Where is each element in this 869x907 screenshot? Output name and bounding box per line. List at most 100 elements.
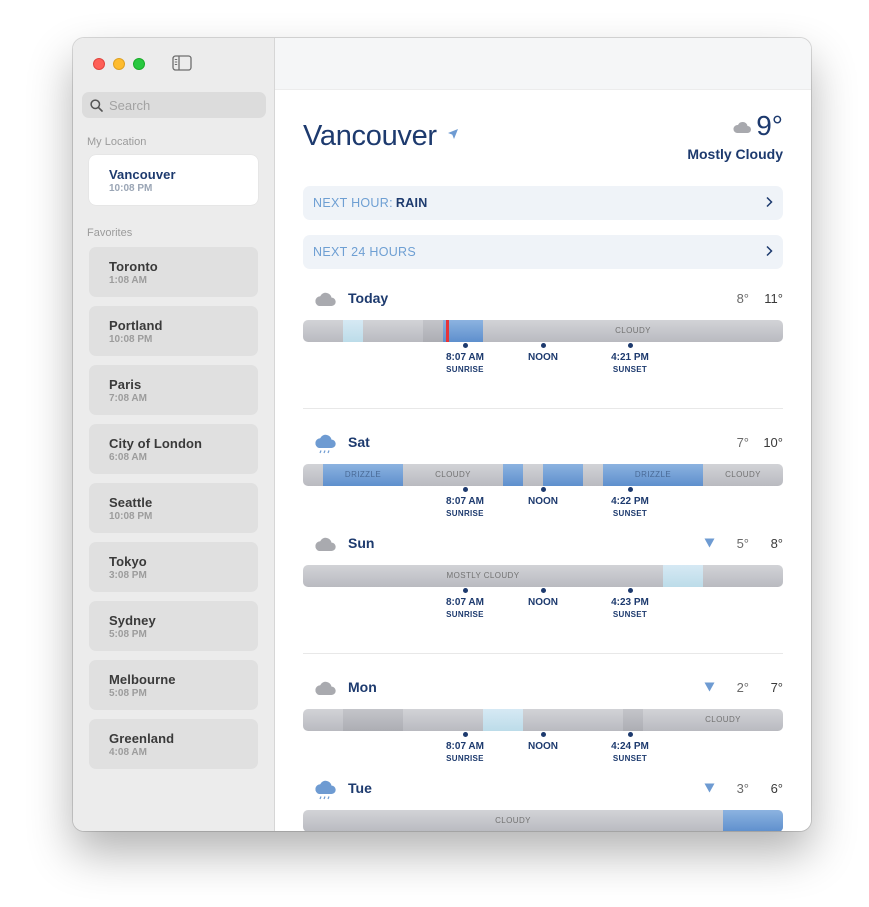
day-high-temp: 10° xyxy=(763,435,783,450)
sunrise-item: 8:07 AM SUNRISE xyxy=(435,343,495,374)
bar-segment: CLOUDY xyxy=(663,709,783,731)
sunrise-time: 8:07 AM xyxy=(446,597,484,608)
location-time: 3:08 PM xyxy=(109,570,147,581)
bar-segment xyxy=(443,320,483,342)
location-card-sydney[interactable]: Sydney 5:08 PM xyxy=(89,601,258,651)
sunrise-time: 8:07 AM xyxy=(446,741,484,752)
sidebar-toggle-icon[interactable] xyxy=(172,55,192,71)
noon-label: NOON xyxy=(528,496,558,507)
search-icon xyxy=(90,98,103,112)
location-card-tokyo[interactable]: Tokyo 3:08 PM xyxy=(89,542,258,592)
day-name: Today xyxy=(348,290,389,306)
cloud-icon xyxy=(315,681,336,695)
sunset-label: SUNSET xyxy=(612,754,648,763)
noon-label: NOON xyxy=(528,352,558,363)
sunset-dot xyxy=(627,487,633,492)
sunset-label: SUNSET xyxy=(612,365,648,374)
divider xyxy=(303,653,783,654)
cloud-icon xyxy=(315,292,336,306)
minimize-window-button[interactable] xyxy=(113,58,125,70)
day-name: Tue xyxy=(348,780,372,796)
divider xyxy=(303,408,783,409)
location-card-seattle[interactable]: Seattle 10:08 PM xyxy=(89,483,258,533)
sidebar: Search My Location Vancouver 10:08 PM Fa… xyxy=(73,38,275,831)
location-time: 10:08 PM xyxy=(109,511,153,522)
sunrise-label: SUNRISE xyxy=(446,365,484,374)
location-name: Vancouver xyxy=(109,167,176,182)
sunrise-label: SUNRISE xyxy=(446,610,484,619)
temperature-drop-icon xyxy=(704,783,715,793)
day-low-temp: 7° xyxy=(736,435,749,450)
next-hour-bar[interactable]: NEXT HOUR: RAIN xyxy=(303,186,783,220)
noon-label: NOON xyxy=(528,597,558,608)
bar-segment xyxy=(343,320,363,342)
location-card-city-of-london[interactable]: City of London 6:08 AM xyxy=(89,424,258,474)
zoom-window-button[interactable] xyxy=(133,58,145,70)
sunrise-time: 8:07 AM xyxy=(446,352,484,363)
sunrise-dot xyxy=(462,588,468,593)
location-name: Greenland xyxy=(109,731,175,746)
sunset-label: SUNSET xyxy=(612,610,648,619)
location-time: 6:08 AM xyxy=(109,452,147,463)
day-name: Mon xyxy=(348,679,377,695)
conditions-bar-sat: DRIZZLE CLOUDY DRIZZLE CLOUDY xyxy=(303,464,783,486)
conditions-bar-today: CLOUDY xyxy=(303,320,783,342)
location-name: Sydney xyxy=(109,613,156,628)
location-arrow-icon xyxy=(448,129,458,139)
sunset-item: 4:24 PM SUNSET xyxy=(600,732,660,763)
location-card-greenland[interactable]: Greenland 4:08 AM xyxy=(89,719,258,769)
location-card-paris[interactable]: Paris 7:08 AM xyxy=(89,365,258,415)
bar-segment: DRIZZLE xyxy=(603,464,703,486)
main-titlebar xyxy=(275,38,811,90)
forecast-panel: Vancouver 9° Mostly Cloudy NEXT HOUR: RA… xyxy=(275,90,811,831)
close-window-button[interactable] xyxy=(93,58,105,70)
location-name: Tokyo xyxy=(109,554,147,569)
bar-segment: CLOUDY xyxy=(483,320,783,342)
sun-times-today: 8:07 AM SUNRISE NOON 4:21 PM SUNSET xyxy=(303,343,783,377)
bar-label: CLOUDY xyxy=(435,470,471,479)
current-temperature: 9° xyxy=(756,110,783,141)
weather-window: Search My Location Vancouver 10:08 PM Fa… xyxy=(73,38,811,831)
location-card-toronto[interactable]: Toronto 1:08 AM xyxy=(89,247,258,297)
bar-label: DRIZZLE xyxy=(344,470,382,479)
bar-segment: DRIZZLE xyxy=(323,464,403,486)
location-card-portland[interactable]: Portland 10:08 PM xyxy=(89,306,258,356)
day-high-temp: 11° xyxy=(764,291,783,306)
sunrise-item: 8:07 AM SUNRISE xyxy=(435,588,495,619)
noon-item: NOON xyxy=(513,487,573,507)
current-time-marker xyxy=(446,320,449,342)
noon-item: NOON xyxy=(513,732,573,752)
day-low-temp: 3° xyxy=(736,781,749,796)
bar-segment xyxy=(423,320,443,342)
sunrise-item: 8:07 AM SUNRISE xyxy=(435,487,495,518)
next-hour-value: RAIN xyxy=(395,196,428,210)
next-24-hours-label: NEXT 24 HOURS xyxy=(313,245,417,259)
sunrise-dot xyxy=(462,487,468,492)
bar-segment xyxy=(663,565,703,587)
rain-cloud-icon xyxy=(315,780,336,800)
temperature-drop-icon xyxy=(704,538,715,548)
sunset-item: 4:22 PM SUNSET xyxy=(600,487,660,518)
location-time: 4:08 AM xyxy=(109,747,147,758)
sunset-time: 4:23 PM xyxy=(611,597,649,608)
bar-label: MOSTLY CLOUDY xyxy=(446,571,520,580)
location-time: 5:08 PM xyxy=(109,688,147,699)
next-24-hours-bar[interactable]: NEXT 24 HOURS xyxy=(303,235,783,269)
day-row-tue: Tue 3° 6° xyxy=(303,774,783,804)
bar-segment: CLOUDY xyxy=(303,810,723,831)
sunset-time: 4:22 PM xyxy=(611,496,649,507)
sunrise-item: 8:07 AM SUNRISE xyxy=(435,732,495,763)
next-hour-label: NEXT HOUR: xyxy=(313,196,393,210)
search-field[interactable]: Search xyxy=(82,92,266,118)
bar-label: CLOUDY xyxy=(705,715,741,724)
location-name: Paris xyxy=(109,377,142,392)
day-row-sat: Sat 7° 10° xyxy=(303,428,783,458)
bar-label: DRIZZLE xyxy=(634,470,672,479)
noon-dot xyxy=(540,487,546,492)
sun-times-sun: 8:07 AM SUNRISE NOON 4:23 PM SUNSET xyxy=(303,588,783,622)
location-card-melbourne[interactable]: Melbourne 5:08 PM xyxy=(89,660,258,710)
chevron-right-icon xyxy=(766,196,773,208)
location-time: 1:08 AM xyxy=(109,275,147,286)
location-card-vancouver[interactable]: Vancouver 10:08 PM xyxy=(89,155,258,205)
bar-segment: MOSTLY CLOUDY xyxy=(303,565,663,587)
